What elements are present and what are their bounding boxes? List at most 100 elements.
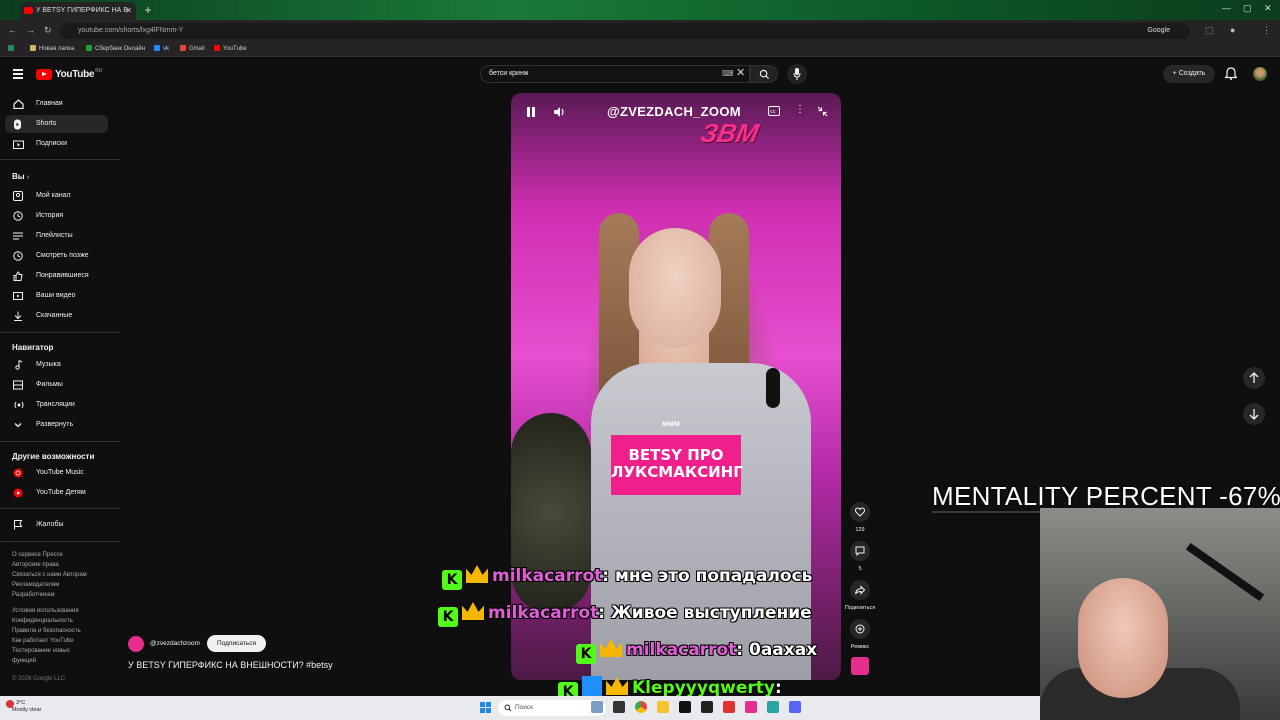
more-options-icon[interactable]: ⋮ bbox=[795, 104, 805, 115]
minimize-icon[interactable]: — bbox=[1222, 3, 1231, 13]
youtube-kids-icon bbox=[13, 488, 23, 498]
sidebar-item-downloads[interactable]: Скачанные bbox=[5, 307, 108, 325]
captions-icon[interactable]: cc bbox=[768, 106, 780, 116]
footer-links-primary[interactable]: О сервисе Прессе Авторские права Связать… bbox=[12, 550, 87, 600]
kick-badge-icon: K bbox=[576, 644, 596, 664]
channel-name[interactable]: @zvezdachzoom bbox=[150, 640, 200, 647]
sidebar-item-my-channel[interactable]: Мой канал bbox=[5, 187, 108, 205]
channel-avatar[interactable] bbox=[128, 636, 144, 652]
chat-message: Kmilkacarrot: мне это попадалось bbox=[442, 565, 812, 590]
sidebar-item-subscriptions[interactable]: Подписки bbox=[5, 135, 108, 153]
extensions-icon[interactable]: ⬚ bbox=[1205, 25, 1214, 36]
footer-links-secondary[interactable]: Условия использования Конфиденциальность… bbox=[12, 606, 81, 666]
sidebar-item-history[interactable]: История bbox=[5, 207, 108, 225]
pin-badge-icon bbox=[582, 676, 602, 696]
volume-icon[interactable] bbox=[553, 106, 566, 118]
next-short-button[interactable] bbox=[1243, 403, 1265, 425]
taskbar-app-obs-icon[interactable] bbox=[679, 701, 691, 713]
sidebar-item-youtube-kids[interactable]: YouTube Детям bbox=[5, 484, 108, 502]
sidebar-item-shorts[interactable]: Shorts bbox=[5, 115, 108, 133]
copyright: © 2026 Google LLC bbox=[12, 676, 66, 682]
shorts-video-player[interactable]: @ZVEZDACH_ZOOM ЗВМ cc ⋮ ммм BETSY ПРО ЛУ… bbox=[511, 93, 841, 680]
sound-thumbnail[interactable] bbox=[851, 657, 869, 675]
like-button[interactable] bbox=[850, 502, 870, 522]
pause-icon[interactable] bbox=[526, 106, 536, 118]
search-input[interactable]: бетси кринж bbox=[480, 65, 750, 83]
taskbar-search-input[interactable]: Поиск bbox=[498, 700, 606, 716]
bookmark-item[interactable]: Сбербанк Онлайн bbox=[86, 45, 145, 52]
sidebar-item-watch-later[interactable]: Смотреть позже bbox=[5, 247, 108, 265]
youtube-logo[interactable]: YouTube RU bbox=[36, 68, 102, 80]
taskbar-app-chrome-icon[interactable] bbox=[635, 701, 647, 713]
keyboard-icon[interactable]: ⌨ bbox=[722, 69, 734, 78]
comment-icon bbox=[855, 546, 865, 556]
sidebar-item-expand[interactable]: Развернуть bbox=[5, 416, 108, 434]
sidebar-item-movies[interactable]: Фильмы bbox=[5, 376, 108, 394]
url-input[interactable]: youtube.com/shorts/lxg4lFNmm-Y Google bbox=[60, 23, 1190, 39]
search-button[interactable] bbox=[750, 65, 778, 83]
taskbar-app-discord-icon[interactable] bbox=[789, 701, 801, 713]
clock-icon bbox=[13, 251, 23, 261]
bookmark-item[interactable]: Gmail bbox=[180, 45, 205, 52]
weather-widget[interactable]: 3°C Mostly clear bbox=[12, 700, 41, 714]
profile-icon[interactable]: ● bbox=[1230, 25, 1235, 35]
share-button[interactable] bbox=[850, 580, 870, 600]
account-avatar[interactable] bbox=[1253, 67, 1267, 81]
remix-button[interactable] bbox=[850, 619, 870, 639]
video-title[interactable]: У BETSY ГИПЕРФИКС НА ВНЕШНОСТИ? #betsy bbox=[128, 660, 333, 670]
download-icon bbox=[14, 311, 22, 321]
svg-text:cc: cc bbox=[770, 109, 776, 115]
reload-icon[interactable]: ↻ bbox=[44, 25, 52, 36]
taskbar-app-icon[interactable] bbox=[767, 701, 779, 713]
browser-tab[interactable]: У BETSY ГИПЕРФИКС НА В ✕ bbox=[20, 2, 136, 20]
bookmark-item[interactable]: YouTube bbox=[214, 45, 247, 52]
collapse-icon[interactable] bbox=[817, 106, 828, 117]
taskbar-app-x-icon[interactable] bbox=[701, 701, 713, 713]
flag-icon bbox=[14, 520, 23, 530]
create-button[interactable]: + Создать bbox=[1163, 65, 1215, 83]
voice-search-button[interactable] bbox=[787, 64, 807, 84]
kick-badge-icon: K bbox=[438, 607, 458, 627]
browser-menu-icon[interactable]: ⋮ bbox=[1262, 25, 1271, 36]
remix-label: Ремикс bbox=[850, 644, 870, 650]
share-icon bbox=[855, 585, 865, 595]
back-icon[interactable]: ← bbox=[8, 25, 17, 35]
taskbar-app-tiktok-icon[interactable] bbox=[745, 701, 757, 713]
taskbar-app-explorer-icon[interactable] bbox=[657, 701, 669, 713]
windows-start-icon[interactable] bbox=[480, 702, 491, 713]
sidebar-item-live[interactable]: Трансляции bbox=[5, 396, 108, 414]
new-tab-button[interactable]: + bbox=[141, 3, 155, 17]
sidebar-divider bbox=[0, 441, 120, 442]
sidebar-item-music[interactable]: Музыка bbox=[5, 356, 108, 374]
video-title-card: BETSY ПРО ЛУКСМАКСИНГ bbox=[611, 435, 743, 495]
bookmarks-bar: Новая лапка Сбербанк Онлайн vk Gmail You… bbox=[0, 42, 1280, 57]
youtube-favicon-icon bbox=[24, 7, 33, 14]
google-search-chip[interactable]: Google bbox=[1147, 23, 1170, 39]
window-close-icon[interactable]: ✕ bbox=[1264, 3, 1272, 14]
bell-icon[interactable] bbox=[1225, 67, 1237, 80]
maximize-icon[interactable]: ▢ bbox=[1243, 3, 1252, 14]
taskbar-app-widgets-icon[interactable] bbox=[591, 701, 603, 713]
sidebar-item-youtube-music[interactable]: YouTube Music bbox=[5, 464, 108, 482]
sidebar-divider bbox=[0, 159, 120, 160]
previous-short-button[interactable] bbox=[1243, 367, 1265, 389]
tab-close-icon[interactable]: ✕ bbox=[125, 2, 132, 20]
subscribe-button[interactable]: Подписаться bbox=[207, 635, 266, 652]
taskbar-app-taskview-icon[interactable] bbox=[613, 701, 625, 713]
sidebar-item-report[interactable]: Жалобы bbox=[5, 516, 108, 534]
taskbar-app-icon[interactable] bbox=[723, 701, 735, 713]
sidebar-item-playlists[interactable]: Плейлисты bbox=[5, 227, 108, 245]
bookmark-item[interactable]: vk bbox=[154, 45, 169, 52]
comments-button[interactable] bbox=[850, 541, 870, 561]
forward-icon[interactable]: → bbox=[26, 25, 35, 35]
chat-message: Kmilkacarrot: Живое выступление bbox=[438, 602, 812, 627]
hamburger-menu-icon[interactable] bbox=[13, 69, 23, 79]
channel-icon bbox=[13, 191, 23, 201]
clear-search-icon[interactable]: ✕ bbox=[736, 66, 745, 79]
sidebar-item-liked[interactable]: Понравившиеся bbox=[5, 267, 108, 285]
sidebar-item-home[interactable]: Главная bbox=[5, 95, 108, 113]
sidebar-item-your-videos[interactable]: Ваши видео bbox=[5, 287, 108, 305]
sidebar-you-header[interactable]: Вы › bbox=[12, 172, 29, 181]
apps-icon[interactable] bbox=[8, 45, 17, 52]
bookmark-item[interactable]: Новая лапка bbox=[30, 45, 74, 52]
